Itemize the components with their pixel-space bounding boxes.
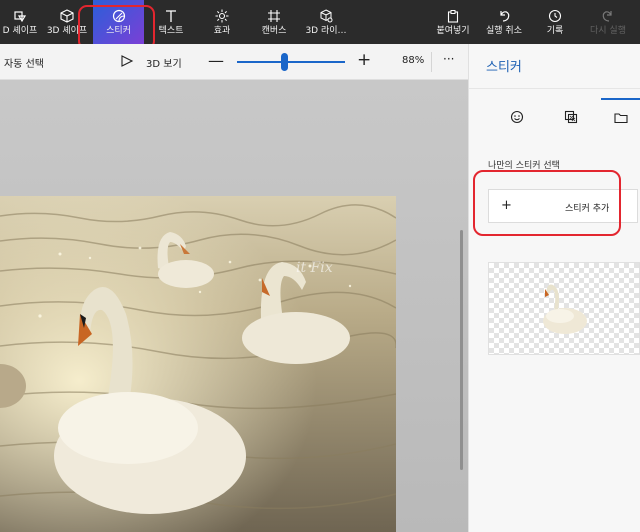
plus-icon: + bbox=[501, 198, 512, 213]
undo-button[interactable]: 실행 취소 bbox=[482, 0, 526, 44]
paste-icon bbox=[446, 7, 460, 25]
folder-icon bbox=[614, 110, 628, 129]
texture-icon bbox=[564, 109, 578, 128]
3d-view-icon[interactable] bbox=[120, 54, 134, 68]
shapes-icon bbox=[13, 7, 27, 25]
divider bbox=[431, 52, 432, 72]
auto-select-toggle[interactable]: 자동 선택 bbox=[4, 55, 44, 70]
3d-view-button[interactable]: 3D 보기 bbox=[146, 55, 182, 70]
text-icon bbox=[164, 7, 178, 25]
tab-textures[interactable] bbox=[551, 98, 591, 138]
tab-custom-stickers[interactable] bbox=[601, 98, 640, 138]
tab-stickers[interactable] bbox=[497, 98, 537, 138]
swan-photo[interactable]: it Fix bbox=[0, 196, 396, 532]
tool-label: 캔버스 bbox=[261, 26, 287, 36]
3d-library-icon bbox=[319, 7, 333, 25]
stickers-panel: 스티커 나만의 스티커 선택 + 스티커 추가 bbox=[468, 44, 640, 532]
history-label: 기록 bbox=[546, 26, 564, 36]
divider bbox=[469, 88, 640, 89]
vertical-scrollbar[interactable] bbox=[460, 230, 463, 470]
tool-text[interactable]: 텍스트 bbox=[150, 0, 192, 44]
zoom-in-button[interactable]: + bbox=[357, 50, 371, 70]
tool-label: D 셰이프 bbox=[2, 26, 38, 36]
tool-canvas[interactable]: 캔버스 bbox=[254, 0, 294, 44]
tool-label: 텍스트 bbox=[158, 26, 184, 36]
tool-label: 3D 셰이프 bbox=[46, 26, 88, 36]
view-options-bar: 자동 선택 3D 보기 — + 88% ··· bbox=[0, 44, 468, 80]
history-button[interactable]: 기록 bbox=[540, 0, 570, 44]
paste-button[interactable]: 붙여넣기 bbox=[432, 0, 474, 44]
tool-3d-library[interactable]: 3D 라이… bbox=[303, 0, 349, 44]
redo-label: 다시 실행 bbox=[590, 26, 626, 36]
tool-2d-shapes[interactable]: D 셰이프 bbox=[0, 0, 40, 44]
cube-icon bbox=[60, 7, 74, 25]
add-sticker-button[interactable]: + 스티커 추가 bbox=[488, 189, 638, 223]
tool-3d-shapes[interactable]: 3D 셰이프 bbox=[44, 0, 90, 44]
tool-effects[interactable]: 효과 bbox=[204, 0, 240, 44]
tool-label: 효과 bbox=[213, 26, 231, 36]
undo-label: 실행 취소 bbox=[486, 26, 522, 36]
zoom-out-button[interactable]: — bbox=[208, 51, 224, 70]
sticker-thumbnail[interactable] bbox=[488, 262, 640, 355]
redo-button[interactable]: 다시 실행 bbox=[584, 0, 632, 44]
zoom-slider-track[interactable] bbox=[237, 61, 345, 63]
add-sticker-label: 스티커 추가 bbox=[565, 204, 610, 214]
sun-icon bbox=[215, 7, 229, 25]
canvas-icon bbox=[267, 7, 281, 25]
history-icon bbox=[548, 7, 562, 25]
more-options-button[interactable]: ··· bbox=[443, 52, 454, 66]
undo-icon bbox=[497, 7, 511, 25]
zoom-level[interactable]: 88% bbox=[402, 55, 424, 66]
section-label: 나만의 스티커 선택 bbox=[488, 161, 560, 171]
top-toolbar: D 셰이프 3D 셰이프 스티커 텍스트 효과 캔버스 3D 라이… 붙여넣기 … bbox=[0, 0, 640, 44]
canvas-area[interactable]: it Fix bbox=[0, 80, 468, 532]
redo-icon bbox=[601, 7, 615, 25]
watermark-text: it Fix bbox=[296, 260, 333, 276]
sticker-icon bbox=[112, 7, 126, 25]
paste-label: 붙여넣기 bbox=[436, 26, 470, 36]
smiley-sticker-icon bbox=[510, 109, 524, 128]
zoom-slider-thumb[interactable] bbox=[281, 53, 288, 71]
tool-stickers[interactable]: 스티커 bbox=[93, 0, 144, 44]
tool-label: 3D 라이… bbox=[305, 26, 347, 36]
panel-title: 스티커 bbox=[486, 60, 522, 75]
tool-label: 스티커 bbox=[106, 26, 131, 36]
